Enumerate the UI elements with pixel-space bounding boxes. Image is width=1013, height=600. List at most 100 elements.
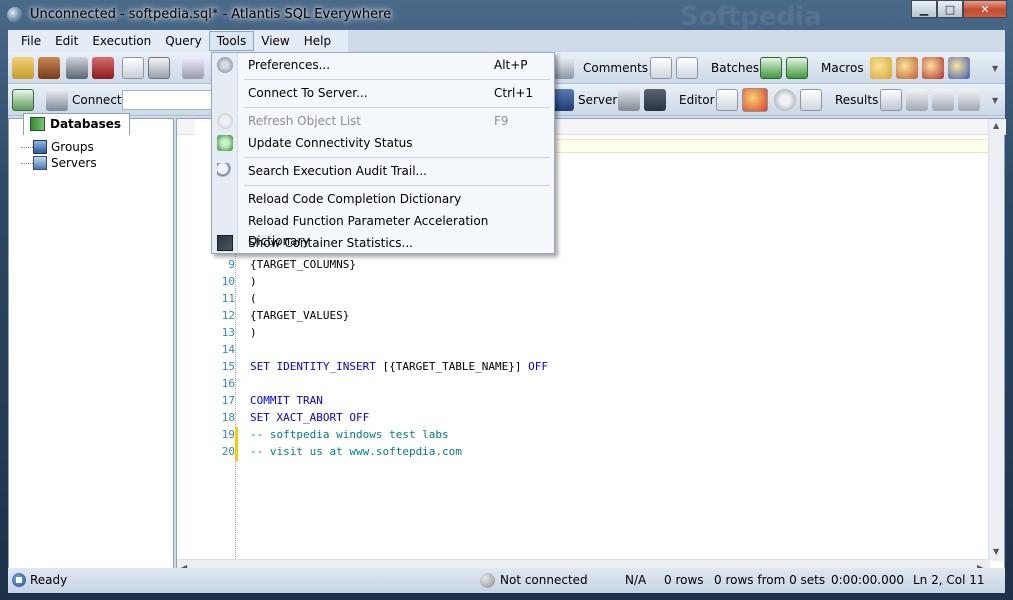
menu-separator: [244, 157, 550, 158]
menu-item-show-container-stats[interactable]: Show Container Statistics...: [217, 233, 552, 253]
modified-lines-marker: [235, 427, 238, 461]
menu-item-search-audit-trail[interactable]: Search Execution Audit Trail...: [217, 161, 552, 181]
menu-execution[interactable]: Execution: [85, 31, 158, 51]
menu-item-label: Reload Code Completion Dictionary: [248, 192, 462, 206]
editor-options-icon[interactable]: [716, 89, 738, 111]
scroll-down-icon[interactable]: ▼: [993, 547, 999, 556]
status-connection: Not connected: [500, 573, 588, 587]
menu-query[interactable]: Query: [158, 31, 208, 51]
stop-icon[interactable]: [552, 57, 574, 79]
server-list-icon[interactable]: [552, 89, 574, 111]
cut-icon[interactable]: [182, 57, 204, 79]
menu-item-connect-to-server[interactable]: Connect To Server... Ctrl+1: [242, 83, 552, 103]
comment-icon[interactable]: [650, 57, 672, 79]
editor-stop-icon[interactable]: [800, 89, 822, 111]
results-grid-icon[interactable]: [880, 89, 902, 111]
globe-icon: [480, 573, 495, 588]
menu-item-reload-function-params[interactable]: Reload Function Parameter Acceleration D…: [242, 211, 552, 248]
monitor-icon[interactable]: [644, 89, 666, 111]
databases-tab[interactable]: Databases: [23, 113, 131, 135]
code-line: {TARGET_COLUMNS}: [250, 258, 356, 271]
macros-label: Macros: [821, 61, 864, 75]
code-line: COMMIT TRAN: [250, 394, 323, 407]
server-info-icon[interactable]: [618, 89, 640, 111]
tree-item-label: Groups: [51, 140, 94, 154]
menu-file[interactable]: File: [14, 31, 48, 51]
editor-label: Editor: [679, 93, 715, 107]
copy-icon[interactable]: [148, 57, 170, 79]
scroll-up-icon[interactable]: ▲: [993, 121, 999, 130]
refresh-editor-icon[interactable]: [774, 89, 796, 111]
menu-item-label: Connect To Server...: [248, 86, 368, 100]
code-keyword: SET IDENTITY_INSERT: [250, 360, 376, 373]
preferences-icon: [217, 57, 233, 73]
line-number: 20: [221, 445, 235, 458]
menu-item-update-connectivity[interactable]: Update Connectivity Status: [217, 133, 552, 153]
menu-item-label: Update Connectivity Status: [248, 136, 413, 150]
menu-separator: [244, 79, 550, 80]
tree-item-groups[interactable]: Groups: [19, 139, 97, 155]
menu-view[interactable]: View: [254, 31, 296, 51]
batch-up-icon[interactable]: [760, 57, 782, 79]
menu-item-shortcut: Ctrl+1: [494, 86, 534, 100]
menu-icon-column: [212, 53, 238, 253]
vertical-scrollbar[interactable]: ▲ ▼: [988, 119, 1004, 561]
maximize-button[interactable]: □: [937, 0, 963, 18]
menu-item-preferences[interactable]: Preferences... Alt+P: [217, 55, 552, 75]
app-icon[interactable]: [7, 7, 23, 23]
new-file-icon[interactable]: [122, 57, 144, 79]
tree-line: [21, 163, 33, 164]
macro-record-icon[interactable]: [922, 57, 944, 79]
macro-save-icon[interactable]: [948, 57, 970, 79]
line-number: 10: [221, 275, 235, 288]
window-title: Unconnected - softpedia.sql* - Atlantis …: [30, 7, 392, 22]
results-split-icon[interactable]: [958, 89, 980, 111]
menu-item-label: Search Execution Audit Trail...: [248, 164, 427, 178]
macro-play-icon[interactable]: [870, 57, 892, 79]
batches-label: Batches: [711, 61, 760, 75]
connect-label[interactable]: Connect: [72, 93, 122, 107]
close-button[interactable]: ✕: [963, 0, 1007, 18]
toolbar-overflow-icon[interactable]: ▼: [992, 64, 998, 73]
menu-item-refresh-object-list: Refresh Object List F9: [217, 111, 552, 131]
tree-item-servers[interactable]: Servers: [19, 155, 97, 171]
save-icon[interactable]: [66, 57, 88, 79]
status-rows-sets: 0 rows from 0 sets: [714, 573, 826, 587]
menu-edit[interactable]: Edit: [48, 31, 85, 51]
line-number: 14: [221, 343, 235, 356]
line-number: 19: [221, 428, 235, 441]
line-number: 11: [221, 292, 235, 305]
server-label: Server: [578, 93, 618, 107]
statistics-icon: [217, 235, 233, 251]
results-db-icon[interactable]: [906, 89, 928, 111]
connect-icon[interactable]: [12, 89, 34, 111]
code-text: [{TARGET_TABLE_NAME}]: [375, 360, 529, 373]
database-tree: Groups Servers: [19, 139, 97, 171]
database-explorer: Databases Groups Servers: [8, 113, 174, 576]
code-line: -- softpedia windows test labs: [250, 428, 449, 441]
batch-down-icon[interactable]: [786, 57, 808, 79]
toolbar2-overflow-icon[interactable]: ▼: [992, 96, 998, 105]
uncomment-icon[interactable]: [676, 57, 698, 79]
server-connect-icon[interactable]: [46, 89, 68, 111]
line-number: 9: [228, 258, 235, 271]
groups-icon: [33, 140, 47, 154]
menu-item-shortcut: Alt+P: [494, 58, 528, 72]
servers-icon: [33, 156, 47, 170]
menu-separator: [244, 107, 550, 108]
tree-item-label: Servers: [51, 156, 97, 170]
minimize-button[interactable]: ▁: [911, 0, 937, 18]
macro-stop-icon[interactable]: [896, 57, 918, 79]
menu-item-reload-code-completion[interactable]: Reload Code Completion Dictionary: [242, 189, 552, 209]
highlight-icon[interactable]: [742, 88, 768, 112]
results-export-icon[interactable]: [932, 89, 954, 111]
save-all-icon[interactable]: [92, 57, 114, 79]
open-file-icon[interactable]: [38, 57, 60, 79]
menu-help[interactable]: Help: [297, 31, 338, 51]
ready-icon: [12, 573, 26, 587]
connection-combo[interactable]: [122, 90, 212, 110]
code-line: SET IDENTITY_INSERT [{TARGET_TABLE_NAME}…: [250, 360, 548, 373]
open-database-icon[interactable]: [12, 57, 34, 79]
menu-tools[interactable]: Tools: [208, 31, 255, 51]
line-number: 15: [221, 360, 235, 373]
